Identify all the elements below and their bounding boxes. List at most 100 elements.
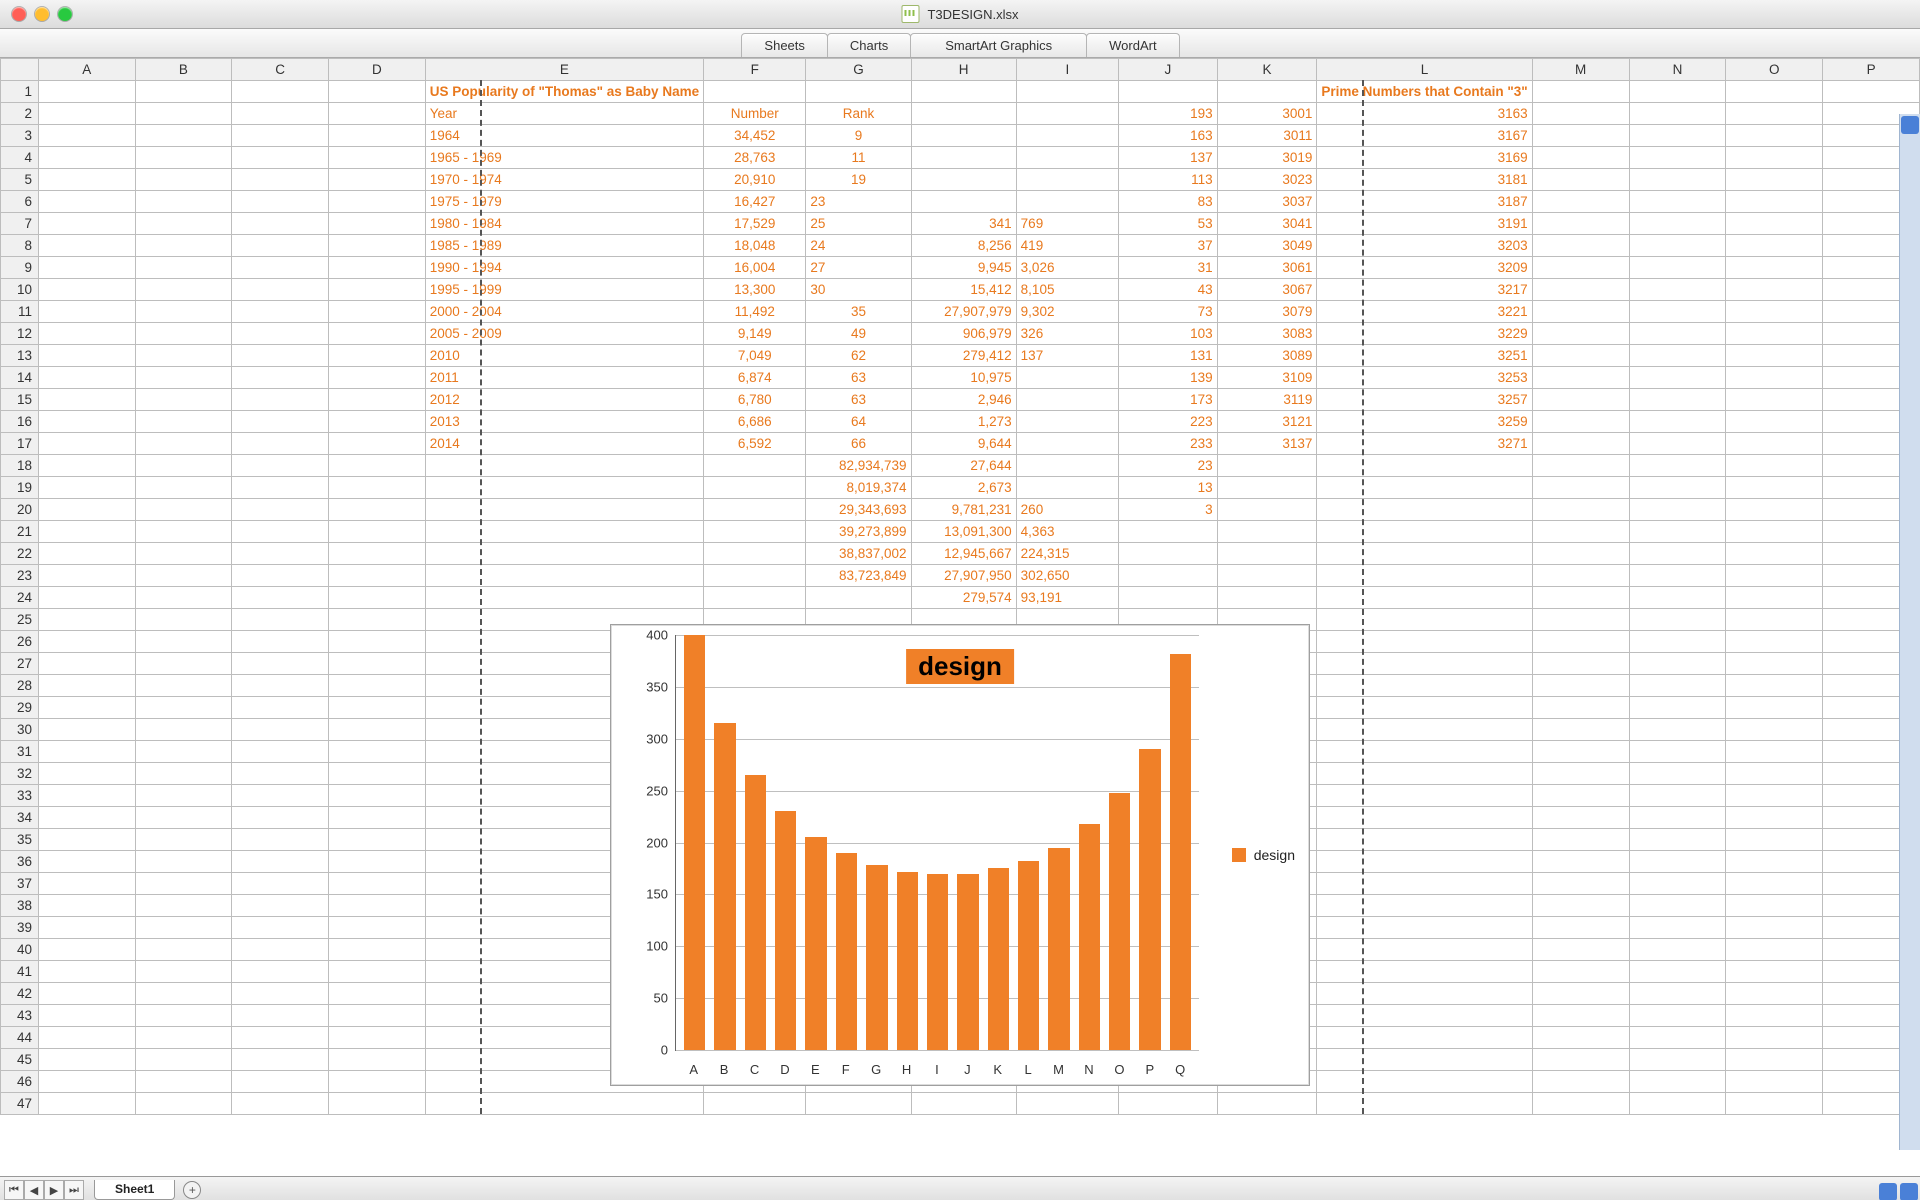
cell[interactable]: [232, 301, 329, 323]
cell[interactable]: [1726, 807, 1823, 829]
cell[interactable]: [1317, 477, 1532, 499]
cell[interactable]: [1532, 389, 1629, 411]
cell[interactable]: [232, 873, 329, 895]
cell[interactable]: [1217, 499, 1317, 521]
cell[interactable]: [328, 521, 425, 543]
cell[interactable]: [38, 851, 135, 873]
cell[interactable]: 8,256: [911, 235, 1016, 257]
cell[interactable]: [1629, 543, 1726, 565]
cell[interactable]: [1217, 455, 1317, 477]
cell[interactable]: [1629, 301, 1726, 323]
cell[interactable]: 3089: [1217, 345, 1317, 367]
cell[interactable]: 1985 - 1989: [425, 235, 703, 257]
cell[interactable]: [232, 191, 329, 213]
cell[interactable]: [704, 565, 806, 587]
cell[interactable]: [1119, 587, 1218, 609]
cell[interactable]: [1726, 653, 1823, 675]
cell[interactable]: [328, 587, 425, 609]
cell[interactable]: [1317, 961, 1532, 983]
cell[interactable]: [328, 543, 425, 565]
cell[interactable]: [232, 829, 329, 851]
cell[interactable]: [1119, 565, 1218, 587]
cell[interactable]: 3221: [1317, 301, 1532, 323]
cell[interactable]: [135, 939, 232, 961]
cell[interactable]: [38, 983, 135, 1005]
cell[interactable]: [38, 81, 135, 103]
cell[interactable]: [328, 1049, 425, 1071]
cell[interactable]: [135, 1027, 232, 1049]
sheet-tab-active[interactable]: Sheet1: [94, 1180, 175, 1200]
cell[interactable]: [1629, 279, 1726, 301]
cell[interactable]: [1016, 389, 1118, 411]
section-title-primes[interactable]: Prime Numbers that Contain "3": [1317, 81, 1532, 103]
cell[interactable]: 19: [806, 169, 911, 191]
sheet-nav-last-icon[interactable]: ⏭: [64, 1180, 84, 1200]
cell[interactable]: [232, 125, 329, 147]
cell[interactable]: [1629, 323, 1726, 345]
cell[interactable]: [328, 367, 425, 389]
cell[interactable]: [1726, 169, 1823, 191]
cell[interactable]: [1726, 895, 1823, 917]
cell[interactable]: 2005 - 2009: [425, 323, 703, 345]
cell[interactable]: [1726, 565, 1823, 587]
cell[interactable]: 7,049: [704, 345, 806, 367]
cell[interactable]: 906,979: [911, 323, 1016, 345]
cell[interactable]: [232, 917, 329, 939]
cell[interactable]: [1532, 983, 1629, 1005]
cell[interactable]: [135, 279, 232, 301]
cell[interactable]: 8,105: [1016, 279, 1118, 301]
cell[interactable]: [1726, 1071, 1823, 1093]
cell[interactable]: [232, 1027, 329, 1049]
column-header[interactable]: M: [1532, 59, 1629, 81]
cell[interactable]: [38, 807, 135, 829]
sheet-nav-prev-icon[interactable]: ◀: [24, 1180, 44, 1200]
cell[interactable]: 6,686: [704, 411, 806, 433]
cell[interactable]: 2000 - 2004: [425, 301, 703, 323]
cell[interactable]: [1217, 543, 1317, 565]
row-header[interactable]: 21: [1, 521, 39, 543]
cell[interactable]: [1629, 829, 1726, 851]
cell[interactable]: [1726, 389, 1823, 411]
cell[interactable]: 279,412: [911, 345, 1016, 367]
column-header[interactable]: K: [1217, 59, 1317, 81]
cell[interactable]: [1726, 543, 1823, 565]
cell[interactable]: [1629, 895, 1726, 917]
cell[interactable]: [328, 169, 425, 191]
cell[interactable]: [1726, 939, 1823, 961]
cell[interactable]: 137: [1016, 345, 1118, 367]
cell[interactable]: [1629, 169, 1726, 191]
cell[interactable]: [328, 1005, 425, 1027]
cell[interactable]: [328, 961, 425, 983]
row-header[interactable]: 14: [1, 367, 39, 389]
row-header[interactable]: 22: [1, 543, 39, 565]
cell[interactable]: [1532, 1027, 1629, 1049]
cell[interactable]: [1629, 213, 1726, 235]
cell[interactable]: 62: [806, 345, 911, 367]
cell[interactable]: [911, 103, 1016, 125]
cell[interactable]: 2011: [425, 367, 703, 389]
cell[interactable]: 63: [806, 367, 911, 389]
cell[interactable]: [135, 323, 232, 345]
row-header[interactable]: 25: [1, 609, 39, 631]
cell[interactable]: [232, 961, 329, 983]
cell[interactable]: 28,763: [704, 147, 806, 169]
cell[interactable]: [1532, 1049, 1629, 1071]
row-header[interactable]: 2: [1, 103, 39, 125]
cell[interactable]: [425, 455, 703, 477]
row-header[interactable]: 13: [1, 345, 39, 367]
column-header[interactable]: D: [328, 59, 425, 81]
cell[interactable]: 9,945: [911, 257, 1016, 279]
cell[interactable]: [1532, 147, 1629, 169]
cell[interactable]: [135, 345, 232, 367]
cell[interactable]: [135, 741, 232, 763]
cell[interactable]: [328, 829, 425, 851]
cell[interactable]: [1726, 477, 1823, 499]
add-sheet-button[interactable]: +: [183, 1181, 201, 1199]
column-header[interactable]: I: [1016, 59, 1118, 81]
cell[interactable]: [135, 499, 232, 521]
row-header[interactable]: 18: [1, 455, 39, 477]
cell[interactable]: [1629, 653, 1726, 675]
cell[interactable]: [1532, 719, 1629, 741]
cell[interactable]: [328, 807, 425, 829]
cell[interactable]: 18,048: [704, 235, 806, 257]
